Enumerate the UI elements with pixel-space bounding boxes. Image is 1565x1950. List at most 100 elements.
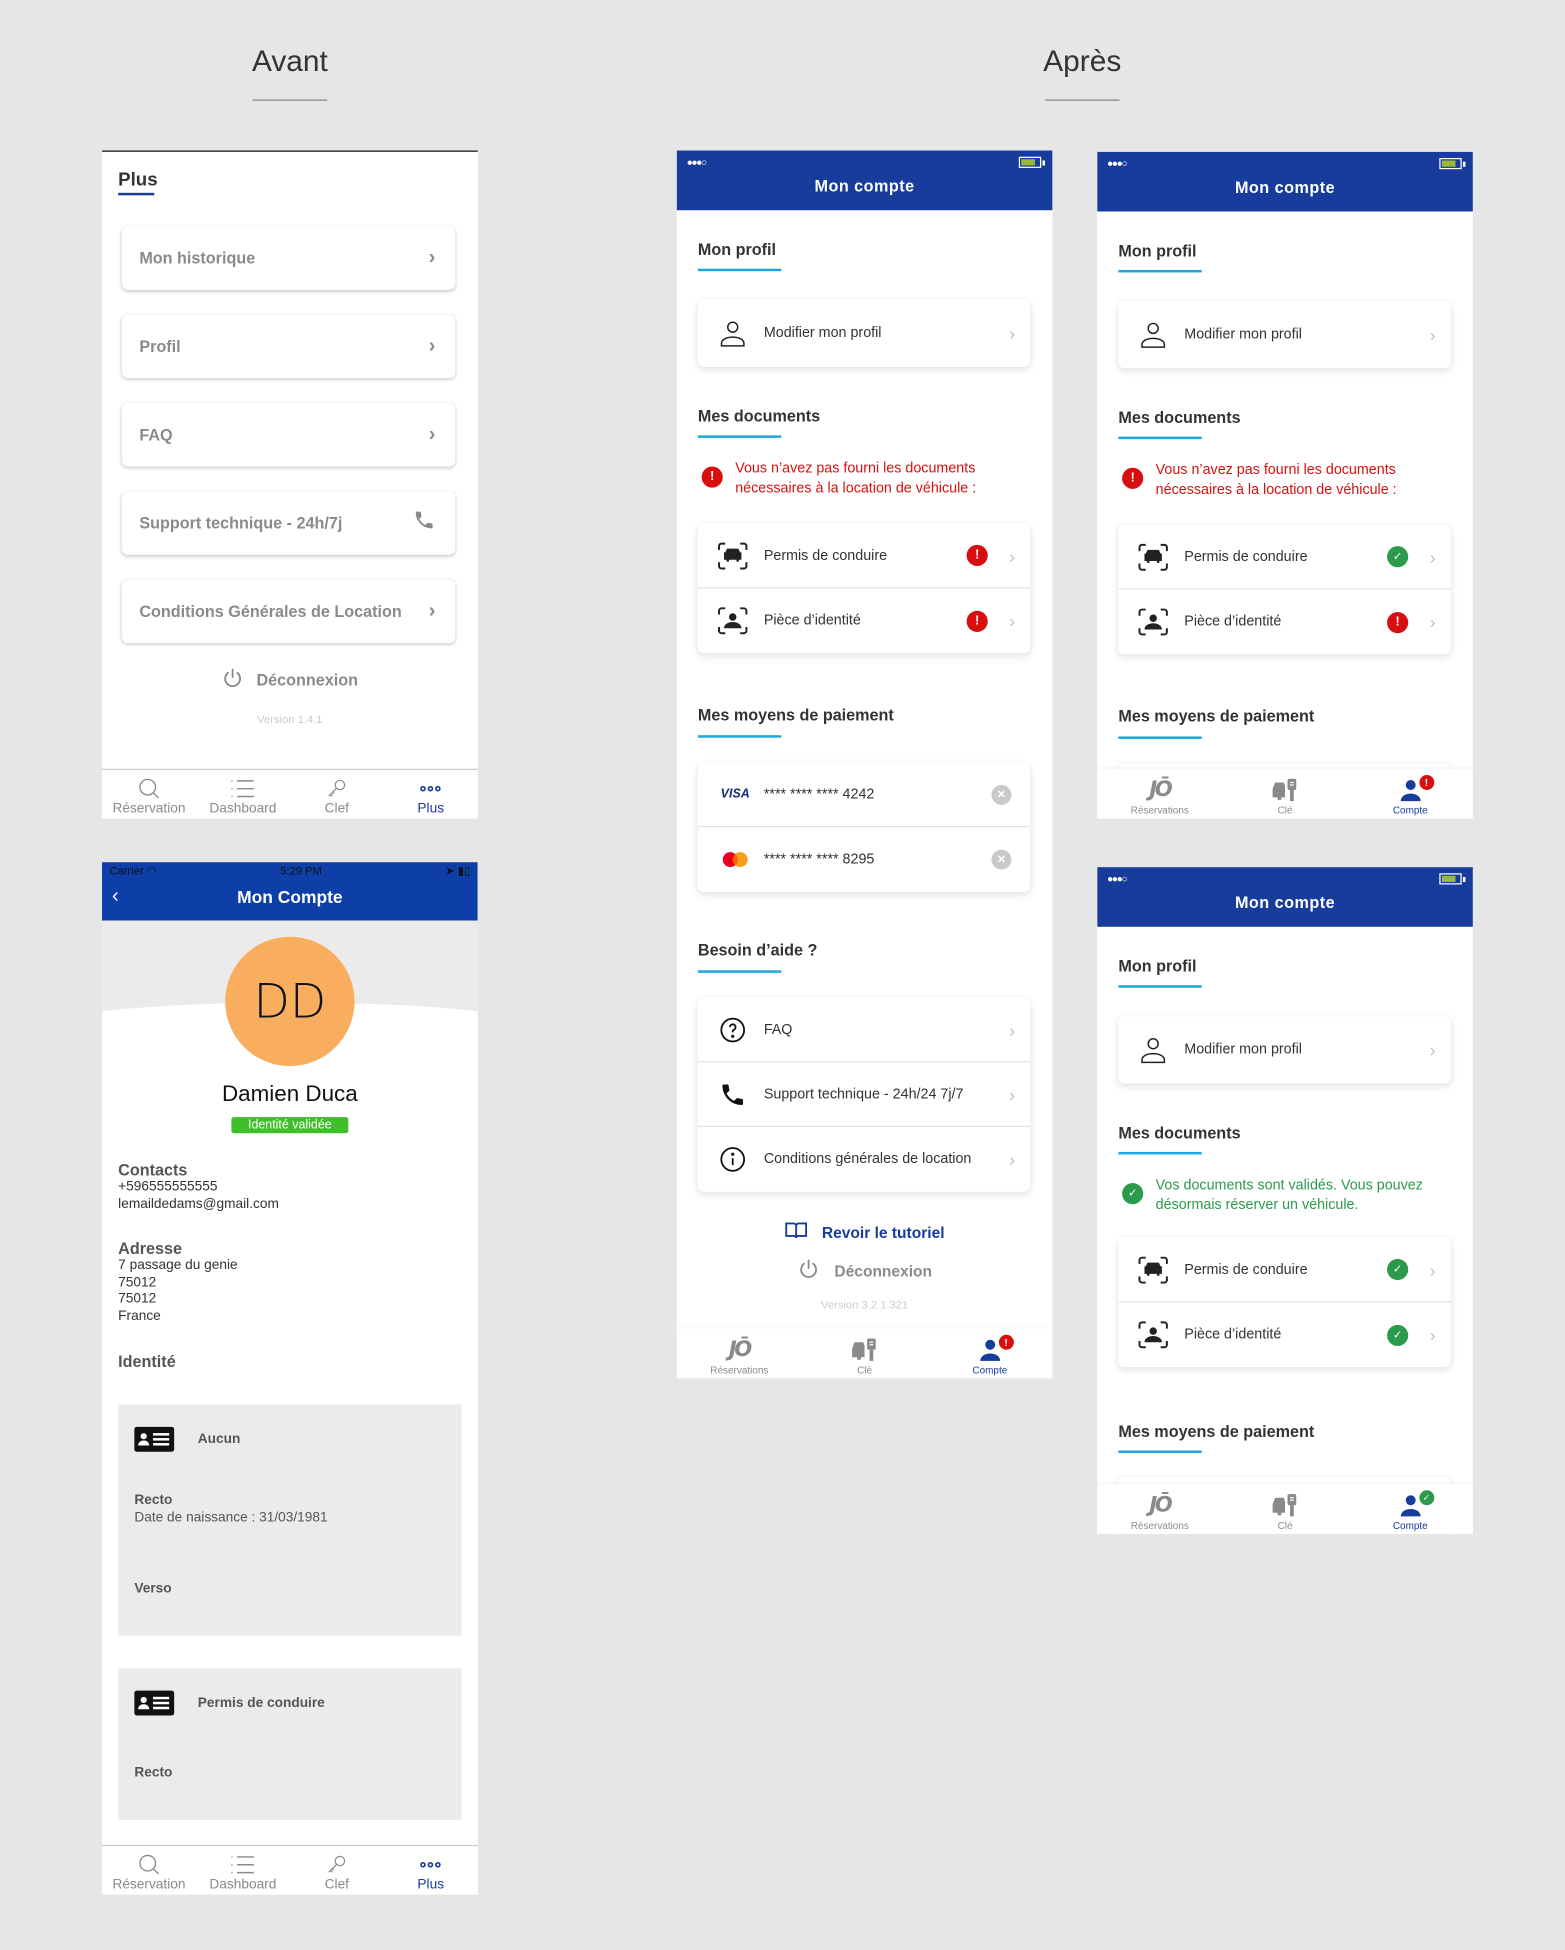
edit-profile-row[interactable]: Modifier mon profil › — [698, 300, 1030, 367]
tab-key[interactable]: Clé — [1222, 769, 1347, 819]
tab-account[interactable]: ! Compte — [1348, 769, 1473, 819]
signal-icon: ●●●○ — [1107, 157, 1127, 170]
menu-item-terms[interactable]: Conditions Générales de Location › — [121, 579, 456, 644]
payment-method-row[interactable]: VISA **** **** **** 4242 × — [697, 763, 1031, 828]
license-document-card[interactable]: Permis de conduire Recto — [118, 1668, 462, 1820]
document-label: Permis de conduire — [763, 547, 888, 563]
tab-label: Clé — [1277, 1520, 1293, 1532]
clock: 5:29 PM — [280, 864, 322, 878]
chevron-right-icon: › — [428, 246, 436, 269]
identity-status-badge: Identité validée — [231, 1117, 349, 1134]
tab-reservations[interactable]: JŌ Réservations — [677, 1329, 802, 1379]
document-row-license[interactable]: Permis de conduire ! › — [697, 524, 1031, 589]
header-title: Mon compte — [1234, 177, 1336, 197]
document-title: Aucun — [197, 1431, 241, 1447]
tab-dashboard[interactable]: Dashboard — [196, 770, 290, 819]
menu-item-faq[interactable]: FAQ › — [121, 403, 456, 467]
tab-bar: Réservation Dashboard Clef Plus — [102, 1844, 478, 1895]
identity-heading: Identité — [118, 1352, 176, 1371]
card-number: **** **** **** 8295 — [763, 852, 875, 868]
contacts-heading: Contacts — [118, 1160, 188, 1180]
documents-missing-alert: ! Vous n’avez pas fourni les documents n… — [701, 459, 1025, 499]
car-scan-icon — [1137, 541, 1169, 573]
chevron-right-icon: › — [428, 423, 436, 445]
tab-key[interactable]: Clé — [802, 1329, 927, 1379]
logout-button[interactable]: Déconnexion — [677, 1258, 1053, 1284]
help-item-faq[interactable]: FAQ › — [697, 998, 1031, 1063]
nav-bar: ‹ Mon Compte — [102, 879, 478, 921]
header-title: Mon compte — [814, 176, 915, 196]
tab-account[interactable]: ! Compte — [927, 1329, 1052, 1379]
menu-item-support[interactable]: Support technique - 24h/7j — [121, 491, 456, 555]
tutorial-link[interactable]: Revoir le tutoriel — [677, 1222, 1053, 1243]
alert-text: Vous n’avez pas fourni les documents néc… — [1155, 462, 1397, 498]
menu-item-profile[interactable]: Profil › — [121, 314, 456, 379]
error-status-icon: ! — [966, 544, 988, 567]
chevron-right-icon: › — [1009, 1084, 1016, 1105]
back-chevron-icon[interactable]: ‹ — [112, 880, 119, 915]
documents-card: Permis de conduire ✓ › Pièce d’identité … — [1118, 524, 1451, 655]
chevron-right-icon: › — [1429, 612, 1436, 632]
tab-bar: Réservation Dashboard Clef Plus — [102, 768, 478, 819]
signal-icon: ●●●○ — [686, 156, 707, 168]
tab-reservation[interactable]: Réservation — [102, 770, 196, 819]
user-outline-icon — [717, 317, 749, 349]
menu-item-history[interactable]: Mon historique › — [121, 226, 456, 290]
section-underline — [1118, 985, 1202, 988]
payment-method-row[interactable]: **** **** **** 8295 × — [698, 827, 1030, 892]
document-row-id[interactable]: Pièce d’identité ✓ › — [1118, 1302, 1450, 1367]
check-status-icon: ✓ — [1387, 546, 1409, 568]
document-title: Permis de conduire — [197, 1695, 325, 1711]
section-underline — [1118, 1151, 1202, 1155]
mastercard-logo-icon — [717, 843, 754, 875]
tab-label: Plus — [417, 1877, 445, 1893]
identity-section: Identité — [118, 1352, 176, 1371]
tab-label: Dashboard — [209, 1877, 277, 1893]
tab-key[interactable]: Clef — [290, 770, 384, 819]
tab-reservations[interactable]: JŌ Réservations — [1097, 769, 1222, 819]
edit-profile-row[interactable]: Modifier mon profil › — [1118, 1016, 1450, 1083]
document-row-license[interactable]: Permis de conduire ✓ › — [1118, 1238, 1451, 1303]
edit-profile-label: Modifier mon profil — [763, 325, 882, 341]
section-title-payment: Mes moyens de paiement — [1118, 706, 1315, 726]
remove-card-icon[interactable]: × — [991, 849, 1012, 870]
tab-dashboard[interactable]: Dashboard — [196, 1846, 290, 1895]
tab-label: Compte — [1392, 804, 1428, 817]
phone-icon — [717, 1078, 749, 1110]
edit-profile-row[interactable]: Modifier mon profil › — [1118, 301, 1450, 368]
tab-plus[interactable]: Plus — [384, 770, 478, 819]
after-account-screen-missing-docs: ●●●○ Mon compte Mon profil Modifier mon … — [676, 150, 1053, 1379]
help-item-support[interactable]: Support technique - 24h/24 7j/7 › — [697, 1062, 1031, 1128]
logout-button[interactable]: Déconnexion — [102, 667, 478, 693]
document-row-license[interactable]: Permis de conduire ✓ › — [1118, 525, 1451, 590]
help-item-terms[interactable]: Conditions générales de location › — [698, 1127, 1030, 1192]
document-row-id[interactable]: Pièce d’identité ! › — [698, 588, 1030, 653]
brand-logo-icon: JŌ — [728, 1337, 752, 1363]
tab-reservations[interactable]: JŌ Réservations — [1097, 1484, 1222, 1534]
after-account-screen-all-validated: ●●●○ Mon compte Mon profil Modifier mon … — [1097, 867, 1473, 1534]
document-label: Permis de conduire — [1184, 1262, 1308, 1277]
tab-reservation[interactable]: Réservation — [102, 1846, 196, 1895]
visa-logo-icon: VISA — [720, 787, 750, 802]
logout-label: Déconnexion — [834, 1262, 933, 1280]
identity-document-card[interactable]: Aucun Recto Date de naissance : 31/03/19… — [118, 1404, 462, 1636]
remove-card-icon[interactable]: × — [991, 784, 1012, 805]
tab-bar: JŌ Réservations Clé ! Compte — [1097, 768, 1473, 819]
recto-section: Recto Date de naissance : 31/03/1981 — [134, 1492, 327, 1527]
account-valid-badge: ✓ — [1418, 1490, 1434, 1506]
document-row-id[interactable]: Pièce d’identité ! › — [1118, 590, 1450, 655]
comparison-board: Avant Après Plus Mon historique › Profil… — [0, 0, 1565, 1950]
logout-label: Déconnexion — [256, 670, 359, 690]
tab-account[interactable]: ✓ Compte — [1348, 1484, 1473, 1534]
chevron-right-icon: › — [1429, 546, 1436, 567]
documents-card: Permis de conduire ✓ › Pièce d’identité … — [1118, 1237, 1451, 1368]
status-bar: Carrier ◠ 5:29 PM ➤ ▮▯ — [102, 862, 478, 880]
tab-key[interactable]: Clef — [290, 1846, 384, 1895]
section-title-profile: Mon profil — [697, 240, 777, 259]
tab-key[interactable]: Clé — [1222, 1484, 1347, 1534]
tab-plus[interactable]: Plus — [384, 1846, 478, 1895]
brand-logo-icon: JŌ — [1149, 777, 1172, 803]
car-scan-icon — [717, 539, 749, 571]
user-icon: ! — [1398, 775, 1434, 805]
after-heading: Après — [1043, 44, 1122, 79]
